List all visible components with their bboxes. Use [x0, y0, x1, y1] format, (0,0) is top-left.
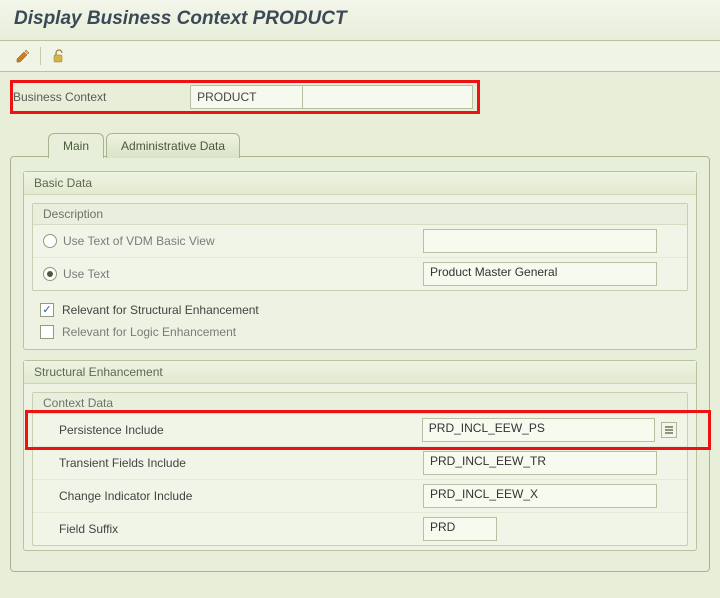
tab-administrative-data[interactable]: Administrative Data — [106, 133, 240, 158]
tab-main[interactable]: Main — [48, 133, 104, 158]
toolbar — [0, 41, 720, 72]
field-suffix-label: Field Suffix — [43, 522, 423, 536]
radio-text[interactable] — [43, 267, 57, 281]
relevant-structural-row[interactable]: Relevant for Structural Enhancement — [24, 299, 696, 321]
tab-panel-main: Basic Data Description Use Text of VDM B… — [10, 156, 710, 572]
description-group: Description Use Text of VDM Basic View U… — [32, 203, 688, 291]
relevant-logic-row[interactable]: Relevant for Logic Enhancement — [24, 321, 696, 349]
radio-vdm[interactable] — [43, 234, 57, 248]
field-suffix-value[interactable]: PRD — [423, 517, 497, 541]
business-context-value: PRODUCT — [190, 85, 302, 109]
checkbox-logic[interactable] — [40, 325, 54, 339]
business-context-desc — [303, 85, 473, 109]
structural-enhancement-title: Structural Enhancement — [24, 361, 696, 384]
tab-area: Main Administrative Data Basic Data Desc… — [6, 132, 714, 573]
desc-opt-vdm-label-wrap[interactable]: Use Text of VDM Basic View — [43, 234, 423, 248]
structural-enhancement-group: Structural Enhancement Context Data Pers… — [23, 360, 697, 551]
business-context-row: Business Context PRODUCT — [10, 80, 480, 114]
change-indicator-row: Change Indicator Include PRD_INCL_EEW_X — [33, 480, 687, 513]
pencil-icon — [15, 48, 31, 64]
persistence-include-value[interactable]: PRD_INCL_EEW_PS — [422, 418, 655, 442]
lock-open-icon — [50, 48, 66, 64]
change-indicator-value[interactable]: PRD_INCL_EEW_X — [423, 484, 657, 508]
transient-fields-label: Transient Fields Include — [43, 456, 423, 470]
change-indicator-label: Change Indicator Include — [43, 489, 423, 503]
edit-button[interactable] — [14, 47, 32, 65]
context-data-group: Context Data Persistence Include PRD_INC… — [32, 392, 688, 546]
relevant-logic-label: Relevant for Logic Enhancement — [62, 325, 236, 339]
business-context-label: Business Context — [13, 90, 190, 104]
description-title: Description — [33, 204, 687, 225]
desc-opt-vdm-label: Use Text of VDM Basic View — [63, 234, 215, 248]
desc-opt-text-label: Use Text — [63, 267, 109, 281]
relevant-structural-label: Relevant for Structural Enhancement — [62, 303, 259, 317]
basic-data-group: Basic Data Description Use Text of VDM B… — [23, 171, 697, 350]
context-data-title: Context Data — [33, 393, 687, 414]
persistence-include-label: Persistence Include — [43, 423, 422, 437]
page-title: Display Business Context PRODUCT — [14, 8, 347, 29]
persistence-include-row: Persistence Include PRD_INCL_EEW_PS — [33, 414, 687, 447]
desc-opt-vdm-row: Use Text of VDM Basic View — [33, 225, 687, 258]
tab-row: Main Administrative Data — [48, 132, 714, 157]
rows-icon — [664, 425, 674, 435]
expand-icon[interactable] — [661, 422, 677, 438]
title-bar: Display Business Context PRODUCT — [0, 0, 720, 41]
desc-opt-text-value: Product Master General — [423, 262, 657, 286]
checkbox-structural[interactable] — [40, 303, 54, 317]
toolbar-separator — [40, 47, 41, 65]
desc-opt-vdm-value — [423, 229, 657, 253]
basic-data-title: Basic Data — [24, 172, 696, 195]
desc-opt-text-label-wrap[interactable]: Use Text — [43, 267, 423, 281]
desc-opt-text-row: Use Text Product Master General — [33, 258, 687, 290]
lock-button[interactable] — [49, 47, 67, 65]
transient-fields-value[interactable]: PRD_INCL_EEW_TR — [423, 451, 657, 475]
transient-fields-row: Transient Fields Include PRD_INCL_EEW_TR — [33, 447, 687, 480]
field-suffix-row: Field Suffix PRD — [33, 513, 687, 545]
